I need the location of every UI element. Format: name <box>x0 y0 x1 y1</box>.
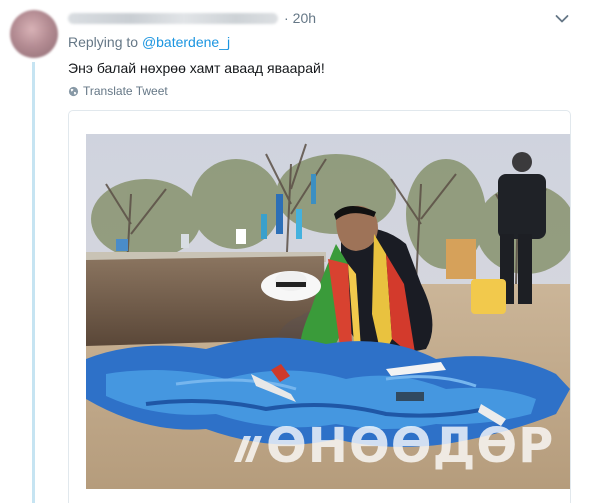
tweet-header: · 20h <box>68 9 316 27</box>
watermark-text: ӨНӨӨДӨР <box>266 418 554 474</box>
tweet-page: · 20h Replying to @baterdene_j Энэ балай… <box>0 0 595 503</box>
translate-tweet-button[interactable]: Translate Tweet <box>68 84 168 98</box>
watermark-logo: ӨНӨӨДӨР <box>234 418 554 474</box>
globe-icon <box>68 86 79 96</box>
avatar[interactable] <box>10 10 58 58</box>
reply-handle-link[interactable]: @baterdene_j <box>142 34 230 50</box>
blurred-author-name[interactable] <box>68 12 278 24</box>
tweet-text: Энэ балай нөхрөө хамт аваад яваарай! <box>68 60 325 76</box>
reply-prefix: Replying to <box>68 34 139 50</box>
translate-label: Translate Tweet <box>83 84 168 98</box>
tweet-photo[interactable]: ӨНӨӨДӨР <box>86 134 570 489</box>
chevron-down-icon[interactable] <box>555 14 569 24</box>
tweet-timestamp[interactable]: 20h <box>293 10 316 26</box>
thread-line <box>32 62 35 503</box>
separator-dot: · <box>284 10 289 26</box>
replying-to: Replying to @baterdene_j <box>68 34 230 50</box>
